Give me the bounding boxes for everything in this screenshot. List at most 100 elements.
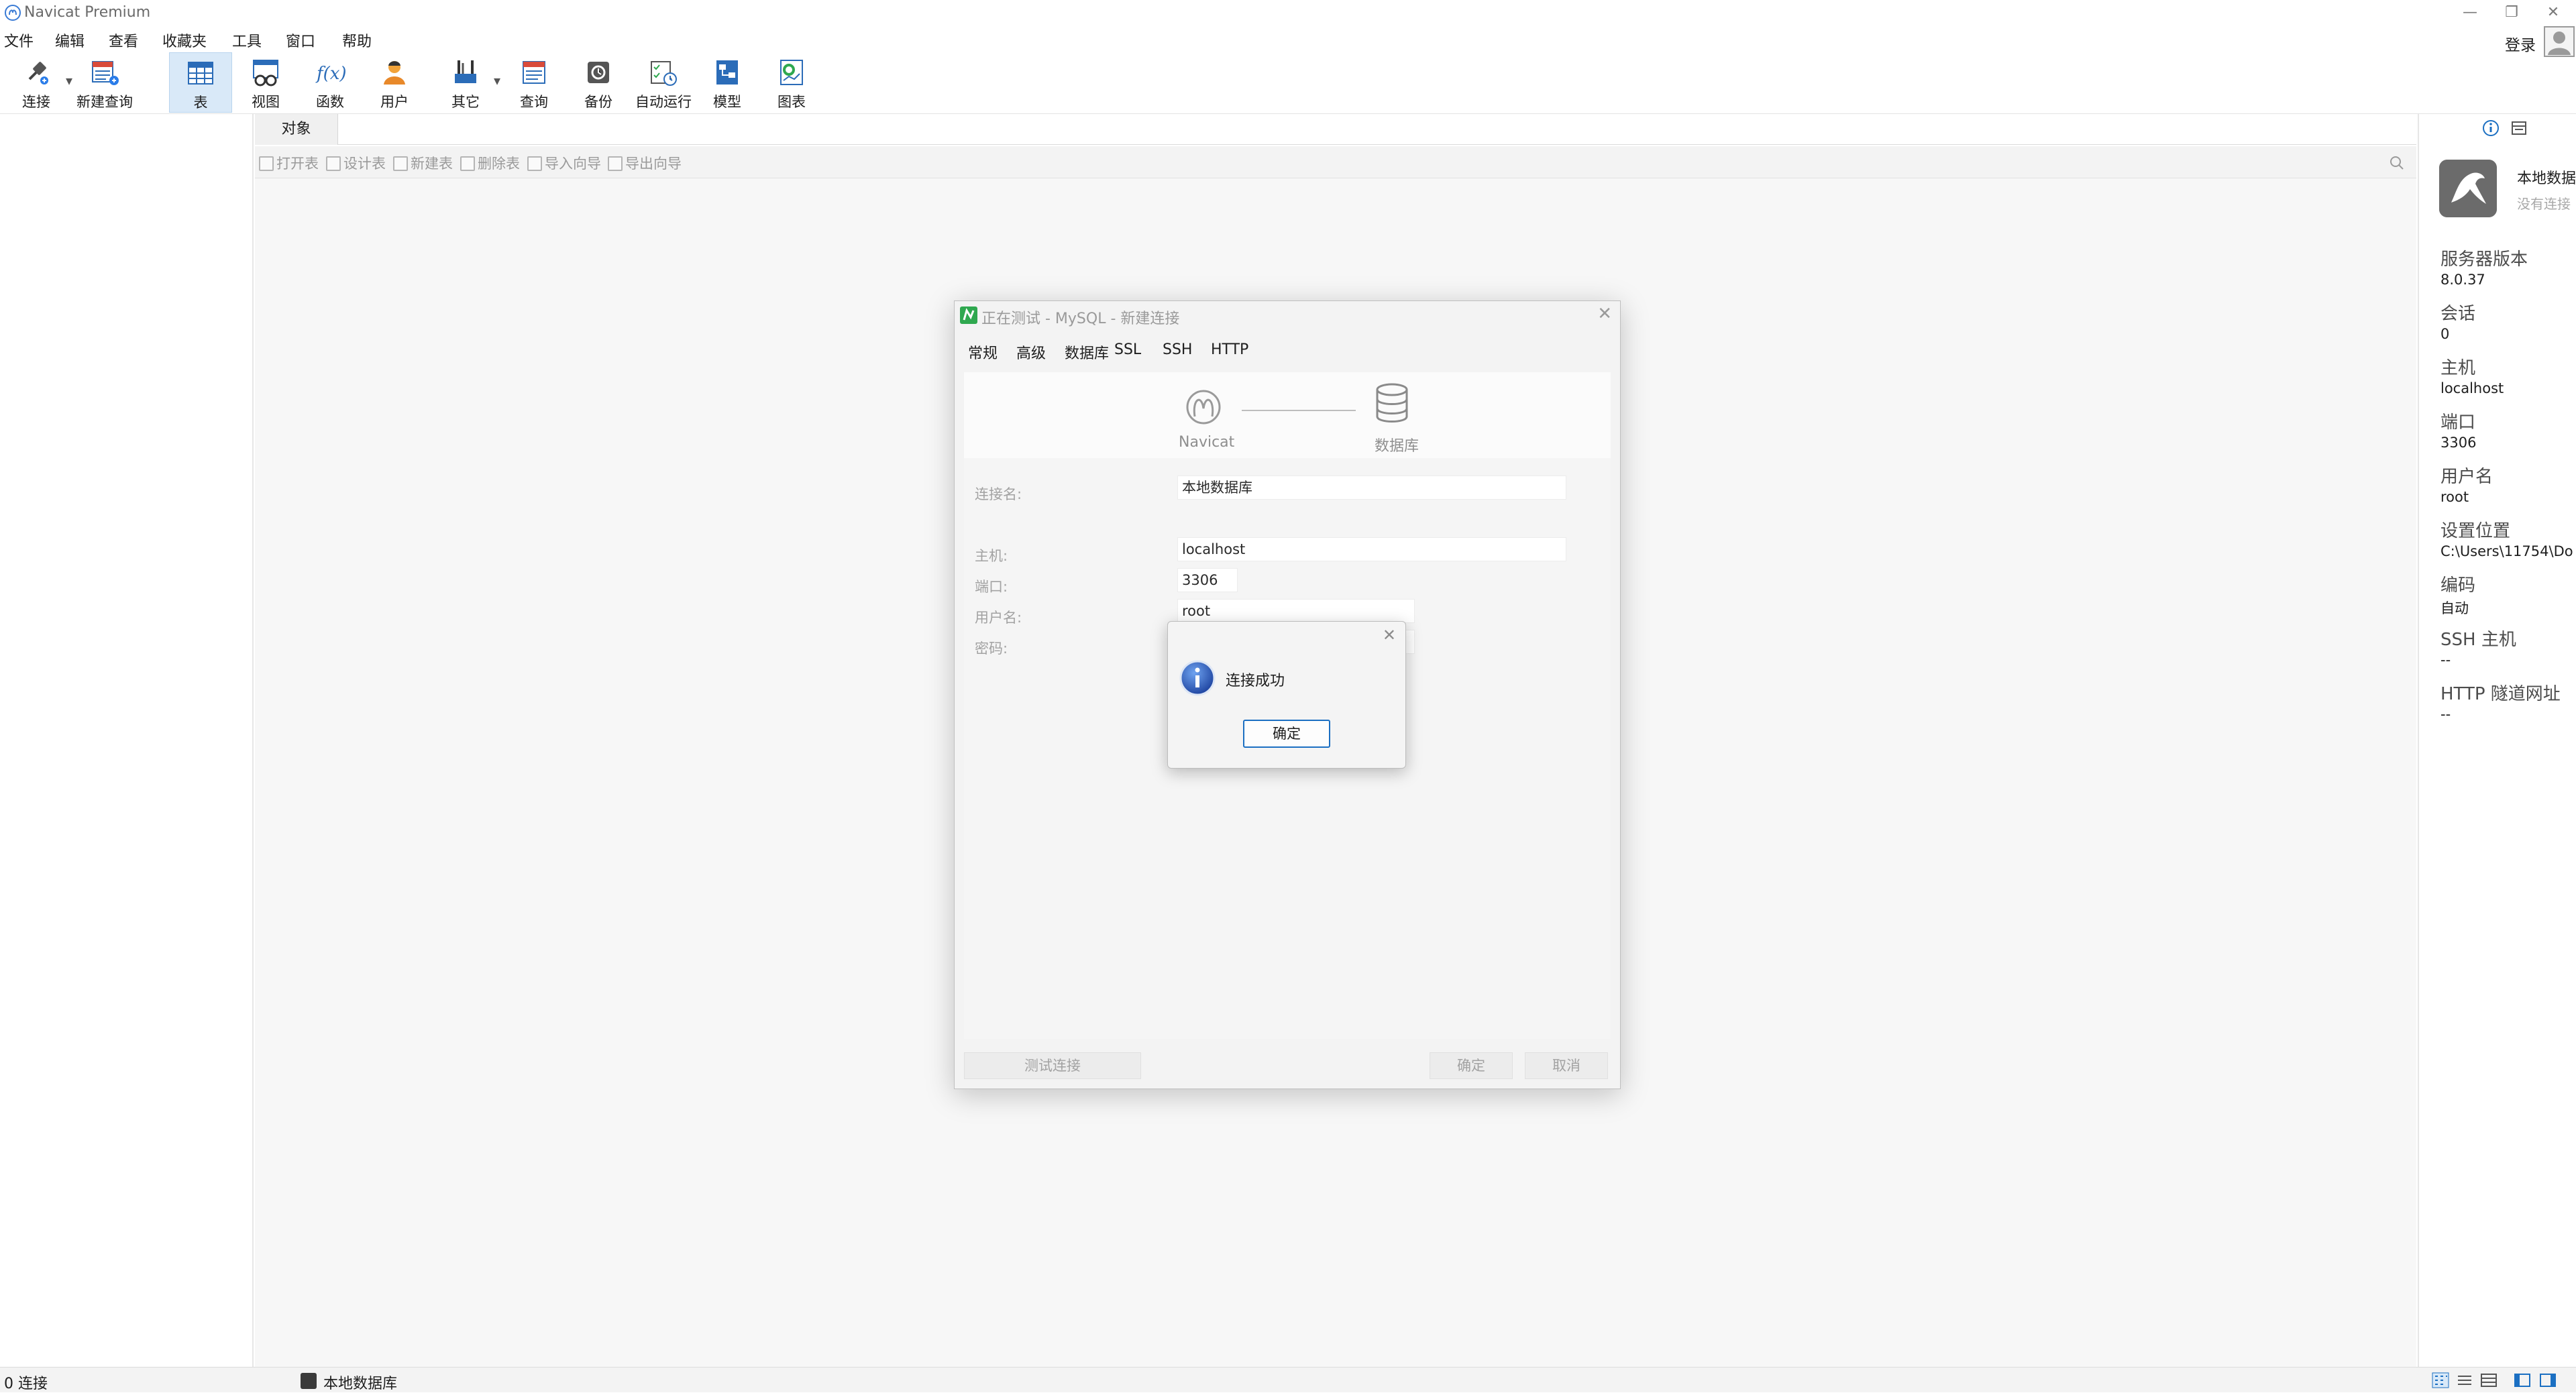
- info-ssh-host: SSH 主机 --: [2440, 626, 2576, 668]
- info-value: C:\Users\11754\Do: [2440, 543, 2573, 559]
- navicat-logo-icon: [1186, 390, 1221, 425]
- new-table-button[interactable]: 新建表: [393, 153, 453, 172]
- menu-window[interactable]: 窗口: [286, 30, 315, 51]
- automation-label: 自动运行: [635, 94, 692, 110]
- backup-icon: [588, 62, 609, 83]
- query-icon: [523, 61, 545, 84]
- user-button[interactable]: 用户: [368, 52, 421, 113]
- detail-view-icon[interactable]: [2479, 1372, 2498, 1389]
- function-label: 函数: [316, 94, 344, 110]
- toggle-info-pane-icon[interactable]: [2538, 1372, 2557, 1389]
- list-view-icon[interactable]: [2455, 1372, 2474, 1389]
- menu-file[interactable]: 文件: [4, 30, 34, 51]
- tools-icon: [455, 60, 476, 83]
- menu-help[interactable]: 帮助: [342, 30, 372, 51]
- info-label: 服务器版本: [2440, 249, 2528, 270]
- svg-text:f(x): f(x): [315, 64, 346, 84]
- query-button[interactable]: 查询: [507, 52, 561, 113]
- tab-general[interactable]: 常规: [968, 341, 998, 363]
- grid-view-icon[interactable]: [2431, 1372, 2450, 1389]
- menu-edit[interactable]: 编辑: [55, 30, 85, 51]
- info-label: 设置位置: [2440, 521, 2511, 541]
- info-server-version: 服务器版本 8.0.37: [2440, 245, 2576, 288]
- info-pane: 本地数据库 没有连接 服务器版本 8.0.37 会话 0 主机 localhos…: [2418, 114, 2576, 1367]
- design-table-icon: [326, 156, 341, 171]
- function-icon: f(x): [315, 64, 346, 84]
- test-connection-button[interactable]: 测试连接: [964, 1052, 1141, 1079]
- ddl-icon[interactable]: [2509, 118, 2529, 138]
- connect-button[interactable]: 连接: [9, 52, 63, 113]
- backup-button[interactable]: 备份: [572, 52, 625, 113]
- tab-ssl[interactable]: SSL: [1114, 341, 1141, 358]
- import-wizard-button[interactable]: 导入向导: [527, 153, 601, 172]
- messagebox-ok-button[interactable]: 确定: [1243, 720, 1330, 748]
- dialog-ok-button[interactable]: 确定: [1430, 1052, 1513, 1079]
- other-dropdown-icon[interactable]: ▾: [494, 72, 500, 89]
- menu-tools[interactable]: 工具: [232, 30, 262, 51]
- view-button[interactable]: 视图: [239, 52, 292, 113]
- new-query-label: 新建查询: [76, 94, 133, 110]
- function-button[interactable]: f(x) 函数: [303, 52, 357, 113]
- host-input[interactable]: localhost: [1177, 537, 1566, 561]
- info-tabs: [2419, 114, 2576, 141]
- model-label: 模型: [713, 94, 741, 110]
- delete-table-icon: [460, 156, 475, 171]
- info-icon[interactable]: [2481, 118, 2501, 138]
- tab-http[interactable]: HTTP: [1211, 341, 1248, 358]
- messagebox-close-icon[interactable]: ✕: [1383, 626, 1396, 645]
- export-wizard-button[interactable]: 导出向导: [608, 153, 682, 172]
- info-username: 用户名 root: [2440, 463, 2576, 505]
- menu-favorites[interactable]: 收藏夹: [162, 30, 207, 51]
- port-input[interactable]: 3306: [1177, 568, 1238, 592]
- navicat-dialog-icon: [960, 307, 977, 324]
- info-value: 8.0.37: [2440, 272, 2485, 288]
- user-icon: [384, 61, 405, 85]
- info-label: SSH 主机: [2440, 630, 2516, 650]
- search-icon[interactable]: [2388, 154, 2406, 172]
- tab-databases[interactable]: 数据库: [1065, 341, 1109, 363]
- tab-objects[interactable]: 对象: [255, 114, 338, 145]
- navicat-app-icon: [5, 5, 21, 21]
- open-table-button[interactable]: 打开表: [259, 153, 319, 172]
- status-connection-count: 0 连接: [4, 1376, 48, 1392]
- backup-label: 备份: [584, 94, 612, 110]
- chart-icon: [780, 60, 803, 85]
- new-query-button[interactable]: 新建查询: [74, 52, 136, 113]
- automation-button[interactable]: 自动运行: [633, 52, 694, 113]
- table-button[interactable]: 表: [169, 52, 232, 113]
- design-table-button[interactable]: 设计表: [326, 153, 386, 172]
- query-label: 查询: [520, 94, 548, 110]
- view-label: 视图: [252, 94, 280, 110]
- connection-success-messagebox: ✕ 连接成功 确定: [1167, 621, 1406, 769]
- info-value: localhost: [2440, 380, 2504, 396]
- menu-view[interactable]: 查看: [109, 30, 138, 51]
- automation-icon: [651, 61, 677, 86]
- info-port: 端口 3306: [2440, 408, 2576, 451]
- connection-name-input[interactable]: 本地数据库: [1177, 476, 1566, 500]
- toggle-nav-pane-icon[interactable]: [2513, 1372, 2532, 1389]
- object-tab-bar: 对象: [255, 114, 2416, 145]
- user-label: 用户: [380, 94, 409, 110]
- import-wizard-icon: [527, 156, 542, 171]
- tab-ssh[interactable]: SSH: [1163, 341, 1192, 358]
- chart-button[interactable]: 图表: [765, 52, 818, 113]
- connection-name-label: 连接名:: [975, 486, 1022, 502]
- model-button[interactable]: 模型: [700, 52, 754, 113]
- minimize-icon[interactable]: —: [2450, 1, 2490, 24]
- delete-table-button[interactable]: 删除表: [460, 153, 520, 172]
- password-label: 密码:: [975, 640, 1008, 657]
- username-input[interactable]: root: [1177, 599, 1415, 623]
- connection-status: 没有连接: [2517, 196, 2571, 212]
- dialog-cancel-button[interactable]: 取消: [1525, 1052, 1608, 1079]
- login-link[interactable]: 登录: [2505, 32, 2536, 55]
- restore-icon[interactable]: ❐: [2491, 1, 2532, 24]
- connect-dropdown-icon[interactable]: ▾: [66, 72, 72, 89]
- other-button[interactable]: 其它: [439, 52, 492, 113]
- close-window-icon[interactable]: ✕: [2533, 1, 2573, 24]
- connection-navigation-pane[interactable]: [0, 114, 254, 1367]
- dialog-close-icon[interactable]: ✕: [1597, 304, 1612, 324]
- port-label: 端口:: [975, 579, 1008, 595]
- info-value: 0: [2440, 326, 2450, 342]
- tab-advanced[interactable]: 高级: [1016, 341, 1046, 363]
- info-label: 会话: [2440, 304, 2476, 324]
